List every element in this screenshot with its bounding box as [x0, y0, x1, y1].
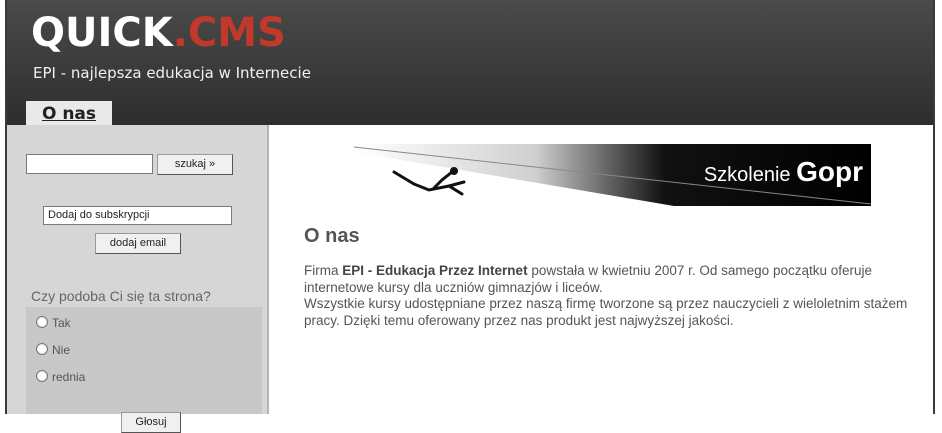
- p1-before: Firma: [304, 263, 343, 278]
- subscription-email-field[interactable]: Dodaj do subskrypcji: [43, 206, 232, 225]
- paragraph-1: Firma EPI - Edukacja Przez Internet pows…: [304, 263, 914, 296]
- radio-icon[interactable]: [36, 370, 48, 382]
- page-title: O nas: [304, 225, 360, 247]
- poll-option-tak[interactable]: Tak: [36, 316, 71, 330]
- poll-option-srednia[interactable]: rednia: [36, 370, 85, 384]
- page: QUICK.CMS EPI - najlepsza edukacja w Int…: [5, 0, 935, 433]
- banner-text-bold: Gopr: [796, 156, 863, 187]
- content-body: Firma EPI - Edukacja Przez Internet pows…: [304, 263, 914, 329]
- tab-o-nas[interactable]: O nas: [26, 101, 112, 125]
- climber-head: [450, 167, 458, 175]
- poll-option-label: Nie: [52, 343, 71, 357]
- poll-question: Czy podoba Ci się ta strona?: [31, 288, 211, 304]
- poll-option-label: rednia: [52, 370, 86, 384]
- radio-icon[interactable]: [36, 316, 48, 328]
- banner-szkolenie-gopr[interactable]: Szkolenie Gopr: [353, 144, 872, 206]
- site-logo[interactable]: QUICK.CMS: [31, 12, 286, 54]
- poll-option-nie[interactable]: Nie: [36, 343, 70, 357]
- company-name: EPI - Edukacja Przez Internet: [342, 263, 528, 278]
- header: QUICK.CMS EPI - najlepsza edukacja w Int…: [7, 0, 933, 125]
- poll-box: Tak Nie rednia Głosuj: [26, 307, 262, 433]
- poll-option-label: Tak: [52, 316, 71, 330]
- search-input[interactable]: [26, 154, 153, 174]
- sidebar: szukaj » Dodaj do subskrypcji dodaj emai…: [7, 125, 269, 433]
- banner-text: Szkolenie Gopr: [704, 156, 863, 188]
- banner-text-prefix: Szkolenie: [703, 164, 791, 186]
- search-button[interactable]: szukaj »: [157, 154, 233, 175]
- logo-main: QUICK: [31, 10, 173, 56]
- site-slogan: EPI - najlepsza edukacja w Internecie: [33, 64, 311, 82]
- vote-button[interactable]: Głosuj: [121, 412, 181, 433]
- logo-dot: .: [172, 10, 188, 56]
- radio-icon[interactable]: [36, 343, 48, 355]
- add-email-button[interactable]: dodaj email: [95, 233, 181, 254]
- paragraph-2: Wszystkie kursy udostępniane przez naszą…: [304, 296, 908, 328]
- logo-suffix: CMS: [187, 10, 286, 56]
